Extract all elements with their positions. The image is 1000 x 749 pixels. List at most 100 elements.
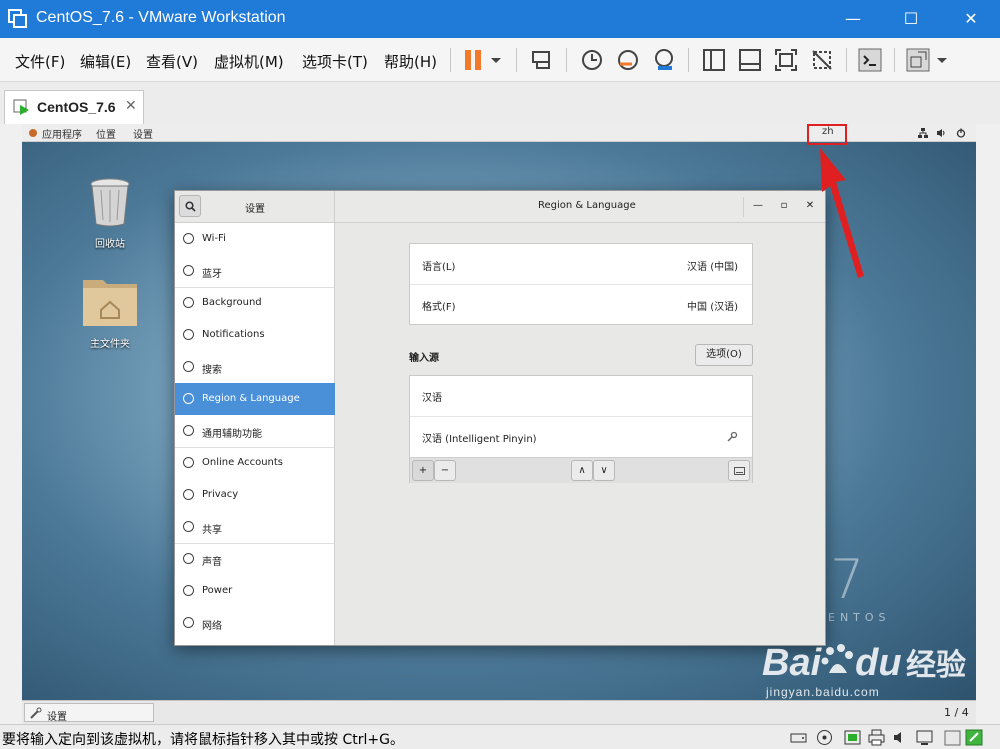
applications-menu[interactable]: 应用程序 <box>42 126 82 141</box>
menu-view[interactable]: 查看(V) <box>146 51 198 72</box>
console-icon[interactable] <box>856 46 884 74</box>
stretch-icon[interactable] <box>904 46 932 74</box>
add-input-source-button[interactable]: + <box>412 460 434 481</box>
toolbar-divider <box>566 48 567 72</box>
title-bar: CentOS_7.6 - VMware Workstation — ☐ ✕ <box>0 0 1000 38</box>
red-arrow-annotation <box>820 148 864 278</box>
send-keys-icon[interactable] <box>528 46 556 74</box>
move-down-button[interactable]: ∨ <box>593 460 615 481</box>
home-folder-desktop-icon[interactable]: 主文件夹 <box>70 272 150 350</box>
printer-icon[interactable] <box>868 729 885 746</box>
search-button[interactable] <box>179 195 201 217</box>
notes-icon[interactable] <box>964 729 984 746</box>
menu-vm[interactable]: 虚拟机(M) <box>214 51 284 72</box>
sidebar-item[interactable]: Privacy <box>175 479 335 511</box>
sidebar-item[interactable]: Online Accounts <box>175 447 335 479</box>
settings-maximize-button[interactable]: ▫ <box>773 195 795 217</box>
language-row[interactable]: 语言(L) 汉语 (中国) <box>410 244 752 284</box>
snapshot-icon[interactable] <box>578 46 606 74</box>
tab-centos[interactable]: CentOS_7.6 ✕ <box>4 90 144 124</box>
region-icon <box>183 393 194 404</box>
sound-icon <box>183 553 194 564</box>
sidebar-item[interactable]: 通用辅助功能 <box>175 415 335 447</box>
sidebar-item[interactable]: 声音 <box>175 543 335 575</box>
sidebar-item[interactable]: Region & Language <box>175 383 335 415</box>
snapshot-manager-icon[interactable] <box>650 46 678 74</box>
settings-title: 设置 <box>245 204 265 215</box>
settings-menu[interactable]: 设置 <box>133 126 153 141</box>
places-menu[interactable]: 位置 <box>96 126 116 141</box>
sidebar-item[interactable]: 蓝牙 <box>175 255 335 287</box>
remove-input-source-button[interactable]: − <box>434 460 456 481</box>
hard-disk-icon[interactable] <box>790 729 807 746</box>
revert-snapshot-icon[interactable] <box>614 46 642 74</box>
sound-card-icon[interactable] <box>892 729 909 746</box>
toolbar-divider <box>516 48 517 72</box>
network-icon[interactable] <box>918 128 928 138</box>
sidebar-item-label: Wi-Fi <box>202 233 226 244</box>
sidebar-item[interactable]: Wi-Fi <box>175 223 335 255</box>
fullscreen-icon[interactable] <box>772 46 800 74</box>
sidebar-item[interactable]: 搜索 <box>175 351 335 383</box>
cd-drive-icon[interactable] <box>816 729 833 746</box>
trash-desktop-icon[interactable]: 回收站 <box>70 176 150 250</box>
settings-minimize-button[interactable]: — <box>747 195 769 217</box>
sidebar-view-icon[interactable] <box>700 46 728 74</box>
workspace-indicator[interactable]: 1 / 4 <box>944 706 969 719</box>
maximize-button[interactable]: ☐ <box>884 0 938 38</box>
keyboard-layout-button[interactable] <box>728 460 750 481</box>
menu-help[interactable]: 帮助(H) <box>384 51 437 72</box>
sidebar-item[interactable]: 网络 <box>175 607 335 639</box>
input-sources-heading: 输入源 <box>409 353 439 364</box>
gnome-window-list: 设置 1 / 4 <box>22 700 976 724</box>
input-source-row[interactable]: 汉语 <box>410 376 752 416</box>
panel-title: Region & Language <box>538 200 636 211</box>
input-source-row[interactable]: 汉语 (Intelligent Pinyin) <box>410 417 752 457</box>
sidebar-item-label: 蓝牙 <box>202 269 222 280</box>
volume-icon[interactable] <box>936 128 946 138</box>
network-adapter-icon[interactable] <box>844 729 861 746</box>
display-icon[interactable] <box>916 729 933 746</box>
chevron-down-icon[interactable] <box>488 46 504 74</box>
unity-icon[interactable] <box>808 46 836 74</box>
language-panel: 语言(L) 汉语 (中国) 格式(F) 中国 (汉语) <box>409 243 753 325</box>
sidebar-item[interactable]: 共享 <box>175 511 335 543</box>
close-button[interactable]: ✕ <box>944 0 998 38</box>
sidebar-header: 设置 <box>175 191 335 223</box>
options-button[interactable]: 选项(O) <box>695 344 753 366</box>
menu-edit[interactable]: 编辑(E) <box>80 51 131 72</box>
taskbar-settings-item[interactable]: 设置 <box>24 703 154 723</box>
menu-file[interactable]: 文件(F) <box>15 51 65 72</box>
minimize-button[interactable]: — <box>826 0 880 38</box>
privacy-icon <box>183 489 194 500</box>
move-up-button[interactable]: ∧ <box>571 460 593 481</box>
window-title: CentOS_7.6 - VMware Workstation <box>36 9 286 26</box>
input-sources-panel: 汉语 汉语 (Intelligent Pinyin) + − ∧ ∨ <box>409 375 753 483</box>
chevron-down-icon[interactable] <box>934 46 950 74</box>
search-icon <box>185 201 196 212</box>
pause-icon[interactable] <box>460 46 488 74</box>
sidebar-item-label: Privacy <box>202 489 239 500</box>
message-log-icon[interactable] <box>944 729 961 746</box>
sidebar-item[interactable]: Power <box>175 575 335 607</box>
menu-tabs[interactable]: 选项卡(T) <box>302 51 368 72</box>
input-sources-toolbar: + − ∧ ∨ <box>410 457 752 483</box>
formats-row[interactable]: 格式(F) 中国 (汉语) <box>410 285 752 325</box>
sidebar-item-label: Power <box>202 585 233 596</box>
bell-icon <box>183 329 194 340</box>
tab-close-icon[interactable]: ✕ <box>125 98 137 114</box>
bluetooth-icon <box>183 265 194 276</box>
home-folder-label: 主文件夹 <box>90 339 130 350</box>
input-settings-icon[interactable] <box>727 431 738 442</box>
sidebar-item[interactable]: Background <box>175 287 335 319</box>
thumbnail-view-icon[interactable] <box>736 46 764 74</box>
online-accounts-icon <box>183 457 194 468</box>
power-icon[interactable] <box>956 128 966 138</box>
tab-label: CentOS_7.6 <box>37 99 116 115</box>
vm-running-icon <box>13 99 29 115</box>
sidebar-item[interactable]: Notifications <box>175 319 335 351</box>
language-value: 汉语 (中国) <box>687 262 738 273</box>
language-label: 语言(L) <box>422 262 456 273</box>
power-icon <box>183 585 194 596</box>
folder-icon <box>83 280 137 326</box>
